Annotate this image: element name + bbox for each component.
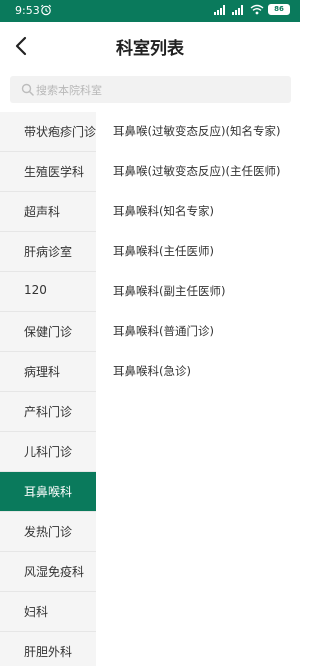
status-bar: 9:53 86 [0, 0, 300, 22]
signal-icon-2 [232, 5, 243, 15]
sidebar-item-label: 保健门诊 [24, 325, 73, 339]
sidebar-item-ent[interactable]: 耳鼻喉科 [0, 472, 96, 512]
sidebar-item-label: 120 [24, 283, 47, 297]
sidebar-item-gynecology[interactable]: 妇科 [0, 592, 96, 632]
battery-icon: 86 [268, 4, 290, 15]
sidebar-item-label: 风湿免疫科 [24, 565, 85, 579]
sidebar-item-liver-clinic[interactable]: 肝病诊室 [0, 232, 96, 272]
sidebar-item-label: 病理科 [24, 365, 61, 379]
search-input[interactable]: 搜索本院科室 [10, 76, 291, 103]
sidebar-item-obstetrics[interactable]: 产科门诊 [0, 392, 96, 432]
sidebar-item-120[interactable]: 120 [0, 272, 96, 312]
signal-icon [214, 5, 225, 15]
sidebar-item-label: 发热门诊 [24, 525, 73, 539]
department-list-item[interactable]: 耳鼻喉(过敏变态反应)(主任医师) [113, 163, 280, 179]
department-list-item[interactable]: 耳鼻喉科(普通门诊) [113, 323, 214, 339]
status-time: 9:53 [15, 4, 40, 17]
sidebar-item-label: 肝胆外科 [24, 645, 73, 659]
sidebar-item-healthcare[interactable]: 保健门诊 [0, 312, 96, 352]
header: 科室列表 [0, 22, 300, 70]
department-list-item[interactable]: 耳鼻喉(过敏变态反应)(知名专家) [113, 123, 280, 139]
sidebar-item-label: 超声科 [24, 205, 61, 219]
sidebar-item-herpes-zoster[interactable]: 带状疱疹门诊 [0, 112, 96, 152]
department-sidebar: 带状疱疹门诊 生殖医学科 超声科 肝病诊室 120 保健门诊 病理科 产科门诊 … [0, 112, 96, 666]
sidebar-item-pediatrics[interactable]: 儿科门诊 [0, 432, 96, 472]
sidebar-item-label: 肝病诊室 [24, 245, 73, 259]
sidebar-item-rheumatology[interactable]: 风湿免疫科 [0, 552, 96, 592]
search-icon [21, 83, 34, 96]
sidebar-item-label: 带状疱疹门诊 [24, 125, 97, 139]
department-list-item[interactable]: 耳鼻喉科(副主任医师) [113, 283, 225, 299]
department-list-item[interactable]: 耳鼻喉科(急诊) [113, 363, 191, 379]
sidebar-item-hepatobiliary-surgery[interactable]: 肝胆外科 [0, 632, 96, 666]
wifi-icon [250, 4, 264, 15]
search-placeholder: 搜索本院科室 [36, 84, 102, 97]
sidebar-item-ultrasound[interactable]: 超声科 [0, 192, 96, 232]
sidebar-item-reproductive-medicine[interactable]: 生殖医学科 [0, 152, 96, 192]
page-title: 科室列表 [116, 39, 184, 59]
sidebar-item-pathology[interactable]: 病理科 [0, 352, 96, 392]
sidebar-item-label: 妇科 [24, 605, 49, 619]
status-icons: 86 [214, 4, 290, 15]
alarm-icon [40, 4, 52, 16]
department-list-item[interactable]: 耳鼻喉科(知名专家) [113, 203, 214, 219]
department-list-item[interactable]: 耳鼻喉科(主任医师) [113, 243, 214, 259]
sidebar-item-label: 产科门诊 [24, 405, 73, 419]
sidebar-item-label: 耳鼻喉科 [24, 485, 73, 499]
sidebar-item-fever-clinic[interactable]: 发热门诊 [0, 512, 96, 552]
sidebar-item-label: 儿科门诊 [24, 445, 73, 459]
sidebar-item-label: 生殖医学科 [24, 165, 85, 179]
